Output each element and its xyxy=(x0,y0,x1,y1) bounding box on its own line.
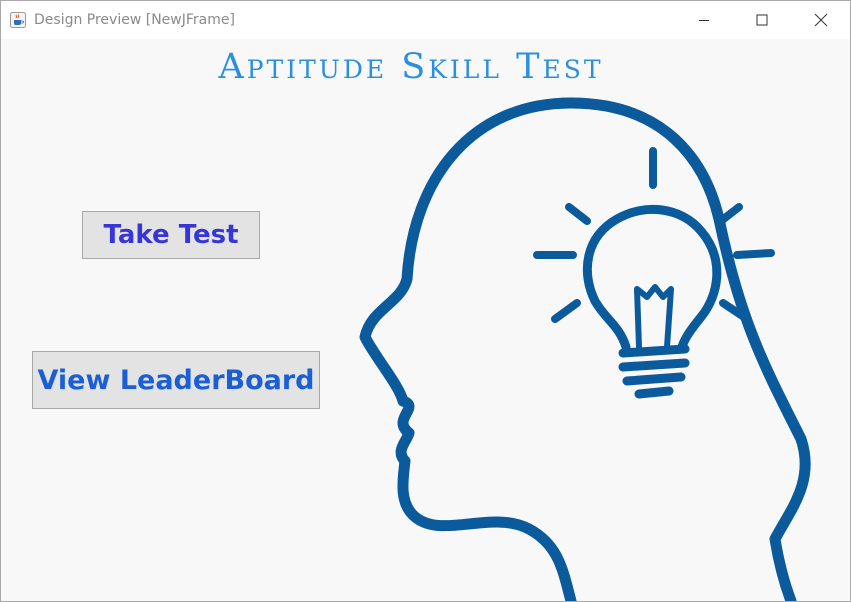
window-title: Design Preview [NewJFrame] xyxy=(34,12,235,28)
maximize-button[interactable] xyxy=(739,1,785,39)
close-icon xyxy=(814,13,828,27)
head-lightbulb-icon xyxy=(359,97,811,601)
view-leaderboard-button[interactable]: View LeaderBoard xyxy=(32,351,320,409)
page-title: Aptitude Skill Test xyxy=(218,47,604,87)
application-window: Design Preview [NewJFrame] Aptitude Skil… xyxy=(0,0,851,602)
close-button[interactable] xyxy=(798,1,844,39)
take-test-button[interactable]: Take Test xyxy=(82,211,260,259)
maximize-icon xyxy=(756,14,768,26)
main-panel: Aptitude Skill Test Take Test View Leade… xyxy=(1,39,850,601)
java-cup-icon xyxy=(10,12,26,28)
minimize-icon xyxy=(699,20,709,21)
title-bar[interactable]: Design Preview [NewJFrame] xyxy=(1,1,850,39)
minimize-button[interactable] xyxy=(681,1,727,39)
